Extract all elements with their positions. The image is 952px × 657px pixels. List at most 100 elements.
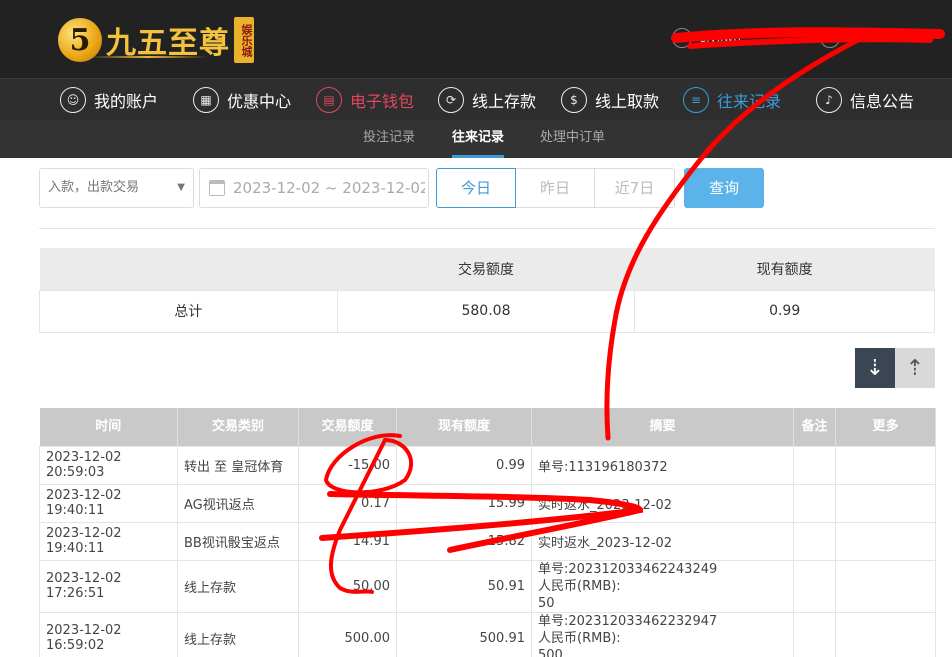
cell-note: [793, 559, 836, 613]
memo-line: 人民币(RMB):: [538, 630, 621, 646]
table-row: 2023-12-02 20:59:03 转出 至 皇冠体育 -15.00 0.9…: [39, 445, 936, 485]
gift-icon: ▦: [193, 87, 219, 113]
memo-line: 单号:202312033462243249: [538, 561, 718, 577]
date-range-field[interactable]: [199, 168, 429, 208]
user-avatar-icon: [672, 28, 692, 48]
deposit-icon: ⟳: [438, 87, 464, 113]
cell-memo: 实时返水_2023-12-02: [531, 483, 794, 523]
col-time: 时间: [39, 408, 178, 446]
memo-line: 50: [538, 595, 555, 611]
table-row: 2023-12-02 16:59:02 线上存款 500.00 500.91 单…: [39, 611, 936, 657]
cell-type: 转出 至 皇冠体育: [177, 445, 299, 485]
tab-pending-orders[interactable]: 处理中订单: [540, 120, 605, 158]
nav-promotions[interactable]: ▦ 优惠中心: [193, 79, 291, 121]
cell-more[interactable]: [835, 483, 936, 523]
today-button[interactable]: 今日: [436, 168, 516, 208]
cell-time: 2023-12-02 16:59:02: [39, 611, 178, 657]
nav-label: 电子钱包: [350, 92, 415, 111]
cell-memo: 单号:113196180372: [531, 445, 794, 485]
nav-announcements[interactable]: ♪ 信息公告: [816, 79, 914, 121]
table-row: 2023-12-02 19:40:11 AG视讯返点 0.17 15.99 实时…: [39, 483, 936, 523]
transaction-type-select[interactable]: 入款，出款交易 ▼: [39, 168, 194, 208]
cell-balance: 500.91: [396, 611, 532, 657]
sub-nav: 投注记录 往来记录 处理中订单: [0, 120, 952, 158]
wallet-icon: ▤: [316, 87, 342, 113]
logo-tag: 娱乐城: [234, 17, 254, 63]
nav-my-account[interactable]: ☺ 我的账户: [60, 79, 158, 121]
site-logo[interactable]: 5 九五至尊 娱乐城: [58, 14, 254, 66]
col-memo: 摘要: [531, 408, 794, 446]
cell-time: 2023-12-02 17:26:51: [39, 559, 178, 613]
cell-more[interactable]: [835, 445, 936, 485]
calendar-icon: [209, 180, 225, 196]
username: sjyljwb: [700, 31, 741, 45]
cell-memo: 单号:202312033462243249 人民币(RMB): 50: [531, 559, 794, 613]
nav-e-wallet[interactable]: ▤ 电子钱包: [316, 79, 414, 121]
cell-amount: 500.00: [298, 611, 397, 657]
date-range-input[interactable]: [233, 169, 425, 207]
summary-header-blank: [39, 248, 338, 290]
nav-label: 信息公告: [850, 92, 915, 111]
cell-balance: 50.91: [396, 559, 532, 613]
records-table: 时间 交易类别 交易额度 现有额度 摘要 备注 更多 2023-12-02 20…: [39, 408, 936, 657]
table-row: 2023-12-02 17:26:51 线上存款 50.00 50.91 单号:…: [39, 559, 936, 613]
cell-more[interactable]: [835, 521, 936, 561]
cell-memo: 实时返水_2023-12-02: [531, 521, 794, 561]
summary-header-balance: 现有额度: [634, 248, 935, 290]
cell-amount: 50.00: [298, 559, 397, 613]
logo-ornament: [88, 56, 208, 58]
divider: [39, 228, 935, 229]
bell-icon: ♪: [816, 87, 842, 113]
table-row: 2023-12-02 19:40:11 BB视讯骰宝返点 14.91 15.82…: [39, 521, 936, 561]
nav-withdraw[interactable]: $ 线上取款: [561, 79, 659, 121]
col-more: 更多: [835, 408, 936, 446]
cell-more[interactable]: [835, 611, 936, 657]
cell-more[interactable]: [835, 559, 936, 613]
cell-type: AG视讯返点: [177, 483, 299, 523]
top-header: 5 九五至尊 娱乐城 sjyljwb RMB: [0, 0, 952, 78]
tab-bet-records[interactable]: 投注记录: [363, 120, 415, 158]
nav-label: 往来记录: [717, 92, 782, 111]
cell-balance: 0.99: [396, 445, 532, 485]
cell-type: 线上存款: [177, 559, 299, 613]
cell-amount: 14.91: [298, 521, 397, 561]
query-button[interactable]: 查询: [684, 168, 764, 208]
cell-time: 2023-12-02 19:40:11: [39, 521, 178, 561]
cell-type: 线上存款: [177, 611, 299, 657]
memo-line: 人民币(RMB):: [538, 578, 621, 594]
tab-transaction-records[interactable]: 往来记录: [452, 120, 505, 158]
cell-note: [793, 611, 836, 657]
user-info[interactable]: sjyljwb: [672, 28, 741, 48]
yesterday-button[interactable]: 昨日: [516, 168, 595, 208]
main-nav: ☺ 我的账户 ▦ 优惠中心 ▤ 电子钱包 ⟳ 线上存款 $ 线上取款 ≡ 往来记…: [0, 78, 952, 120]
summary-header-amount: 交易额度: [337, 248, 635, 290]
coin-icon: [820, 28, 840, 48]
user-icon: ☺: [60, 87, 86, 113]
sort-asc-icon[interactable]: ⇡: [895, 348, 935, 388]
nav-label: 优惠中心: [227, 92, 292, 111]
memo-line: 500: [538, 647, 563, 657]
cell-memo: 单号:202312033462232947 人民币(RMB): 500: [531, 611, 794, 657]
summary-total-label: 总计: [39, 289, 338, 333]
withdraw-icon: $: [561, 87, 587, 113]
cell-note: [793, 483, 836, 523]
nav-label: 线上取款: [595, 92, 660, 111]
cell-time: 2023-12-02 20:59:03: [39, 445, 178, 485]
cell-note: [793, 445, 836, 485]
memo-line: 单号:202312033462232947: [538, 613, 718, 629]
nav-deposit[interactable]: ⟳ 线上存款: [438, 79, 536, 121]
cell-note: [793, 521, 836, 561]
cell-time: 2023-12-02 19:40:11: [39, 483, 178, 523]
summary-total-balance: 0.99: [634, 289, 935, 333]
select-value: 入款，出款交易: [48, 180, 140, 195]
records-header-row: 时间 交易类别 交易额度 现有额度 摘要 备注 更多: [39, 408, 936, 446]
cell-amount: -15.00: [298, 445, 397, 485]
sort-desc-icon[interactable]: ⇣: [855, 348, 895, 388]
page: 5 九五至尊 娱乐城 sjyljwb RMB ☺ 我的账户 ▦ 优惠中心 ▤ 电…: [0, 0, 952, 657]
summary-table: 交易额度 现有额度 总计 580.08 0.99: [39, 248, 935, 333]
cell-balance: 15.99: [396, 483, 532, 523]
balance-info[interactable]: RMB: [820, 28, 873, 48]
col-amount: 交易额度: [298, 408, 397, 446]
last-7-days-button[interactable]: 近7日: [595, 168, 675, 208]
nav-records[interactable]: ≡ 往来记录: [683, 79, 781, 121]
